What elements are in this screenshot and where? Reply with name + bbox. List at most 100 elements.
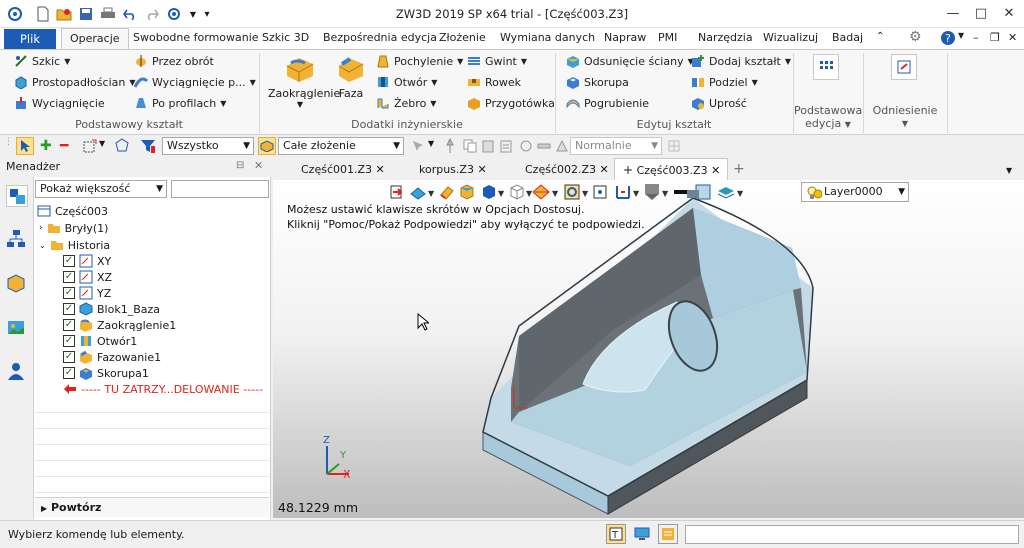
user-icon[interactable] [6, 361, 28, 383]
szkic-button[interactable]: Szkic ▼ [14, 54, 70, 68]
checkbox-icon[interactable]: ✓ [63, 287, 75, 299]
pochylenie-dropdown-icon[interactable]: ▼ [457, 57, 463, 66]
help-icon[interactable]: ? [940, 30, 956, 49]
checkbox-icon[interactable]: ✓ [63, 367, 75, 379]
tab-bezposrednia-edycja[interactable]: Bezpośrednia edycja [323, 31, 437, 44]
tree-history[interactable]: ⌄ Historia [39, 237, 110, 253]
display-mode-icon[interactable] [555, 139, 569, 153]
monitor-icon[interactable] [632, 524, 652, 544]
panel-float-icon[interactable]: ⊟ [236, 160, 244, 171]
maximize-button[interactable]: □ [966, 4, 996, 24]
3d-viewport[interactable]: ▼ ▼ ▼ ▼ ▼ ▼ ▼ ▼ Layer0000 ▼ Możesz ustawi… [273, 180, 1024, 518]
tree-item-yz[interactable]: ✓ YZ [63, 285, 111, 301]
tab-swobodne-formowanie[interactable]: Swobodne formowanie [133, 31, 259, 44]
pick-dropdown-icon[interactable]: ▼ [428, 139, 434, 148]
pogrubienie-button[interactable]: Pogrubienie [566, 96, 649, 110]
assembly-tree-icon[interactable] [6, 229, 28, 251]
tree-item-zaokraglenie1[interactable]: ✓ Zaokrąglenie1 [63, 317, 176, 333]
powtorz-section[interactable]: ▶ Powtórz [35, 497, 269, 517]
remove-selection-icon[interactable]: ━ [60, 138, 68, 154]
doc-tab-active[interactable]: + Część003.Z3 ✕ [614, 158, 728, 180]
wyciagniecie-po-sciezce-dropdown-icon[interactable]: ▼ [250, 78, 256, 87]
close-icon[interactable]: ✕ [376, 163, 385, 176]
stop-marker[interactable]: ----- TU ZATRZY...DELOWANIE ----- [63, 381, 263, 397]
options-grid-icon[interactable] [667, 139, 681, 153]
zaokraglenie-dropdown-icon[interactable]: ▼ [268, 100, 332, 109]
new-doc-tab-button[interactable]: + [733, 158, 745, 178]
po-profilach-button[interactable]: Po profilach ▼ [134, 96, 226, 110]
clipboard-icon[interactable] [499, 139, 513, 153]
tab-zlozenie[interactable]: Złożenie [439, 31, 486, 44]
otwor-dropdown-icon[interactable]: ▼ [431, 78, 437, 87]
szkic-dropdown-icon[interactable]: ▼ [64, 57, 70, 66]
minimize-button[interactable]: — [938, 4, 968, 24]
doc-tab[interactable]: Część002.Z3 ✕ [525, 160, 609, 180]
filter-icon[interactable] [140, 138, 156, 154]
tree-item-otwor1[interactable]: ✓ Otwór1 [63, 333, 137, 349]
close-icon[interactable]: ✕ [477, 163, 486, 176]
image-library-icon[interactable] [6, 317, 28, 339]
expand-arrow-icon[interactable]: › [39, 223, 43, 233]
part-model[interactable] [273, 180, 1024, 518]
dodaj-ksztalt-dropdown-icon[interactable]: ▼ [785, 57, 791, 66]
box-select-dropdown-icon[interactable]: ▼ [99, 139, 105, 148]
notes-icon[interactable] [658, 524, 678, 544]
tree-item-xz[interactable]: ✓ XZ [63, 269, 112, 285]
przez-obrot-button[interactable]: Przez obrót [134, 54, 214, 68]
faza-button[interactable]: Faza [335, 54, 367, 116]
tree-root[interactable]: Część003 [37, 203, 108, 219]
tree-item-skorupa1[interactable]: ✓ Skorupa1 [63, 365, 149, 381]
measure-icon[interactable] [537, 139, 551, 153]
assembly-scope-icon[interactable] [258, 137, 276, 155]
normal-mode-select[interactable]: Normalnie ▼ [570, 137, 662, 155]
doc-restore-button[interactable]: ❐ [990, 31, 1000, 44]
dodaj-ksztalt-button[interactable]: Dodaj kształt ▼ [691, 54, 791, 68]
reference-dropdown-icon[interactable]: ▼ [864, 117, 946, 130]
pochylenie-button[interactable]: Pochylenie ▼ [376, 54, 463, 68]
checkbox-icon[interactable]: ✓ [63, 271, 75, 283]
podziel-dropdown-icon[interactable]: ▼ [752, 78, 758, 87]
wyciagniecie-po-sciezce-button[interactable]: Wyciągnięcie p... ▼ [133, 75, 256, 89]
attribute-icon[interactable] [519, 139, 533, 153]
doc-tab[interactable]: korpus.Z3 ✕ [419, 160, 487, 180]
checkbox-icon[interactable]: ✓ [63, 255, 75, 267]
tab-operacje[interactable]: Operacje [61, 28, 129, 49]
paste-icon[interactable] [481, 139, 495, 153]
tree-item-xy[interactable]: ✓ XY [63, 253, 111, 269]
basic-edit-dropdown-icon[interactable]: ▼ [845, 120, 851, 129]
podstawowa-edycja-button[interactable] [813, 54, 839, 80]
pick-icon[interactable] [410, 138, 426, 154]
checkbox-icon[interactable]: ✓ [63, 303, 75, 315]
tab-narzedzia[interactable]: Narzędzia [698, 31, 753, 44]
panel-close-icon[interactable]: ✕ [254, 159, 263, 172]
tab-szkic-3d[interactable]: Szkic 3D [262, 31, 309, 44]
select-pointer-icon[interactable] [16, 137, 34, 155]
tab-wizualizuj[interactable]: Wizualizuj [763, 31, 818, 44]
box-select-icon[interactable] [82, 138, 98, 154]
tab-wymiana-danych[interactable]: Wymiana danych [500, 31, 595, 44]
doc-close-button[interactable]: ✕ [1008, 31, 1017, 44]
uprosc-button[interactable]: Uprość [691, 96, 747, 110]
prostopadloscian-button[interactable]: Prostopadłościan ▼ [14, 75, 136, 90]
zaokraglenie-button[interactable]: Zaokrąglenie ▼ [268, 54, 340, 116]
manager-search-input[interactable] [171, 180, 269, 198]
close-button[interactable]: ✕ [994, 4, 1024, 24]
wyciagniecie-button[interactable]: Wyciągnięcie [14, 96, 105, 110]
rowek-button[interactable]: Rowek [467, 75, 521, 89]
checkbox-icon[interactable]: ✓ [63, 351, 75, 363]
otwor-button[interactable]: Otwór ▼ [376, 75, 437, 89]
tab-badaj[interactable]: Badaj [832, 31, 863, 44]
settings-gear-icon[interactable]: ⚙ [909, 29, 922, 45]
przygotowka-button[interactable]: Przygotówka [467, 96, 555, 110]
collapse-arrow-icon[interactable]: ⌄ [39, 241, 46, 250]
odsuniecie-sciany-button[interactable]: Odsunięcie ściany ▼ [566, 54, 694, 68]
gwint-button[interactable]: Gwint ▼ [467, 54, 527, 68]
skorupa-button[interactable]: Skorupa [566, 75, 629, 89]
tree-solids[interactable]: › Bryły(1) [39, 220, 108, 236]
odniesienie-button[interactable] [891, 54, 917, 80]
tab-napraw[interactable]: Napraw [604, 31, 646, 44]
pin-icon[interactable] [443, 137, 457, 154]
help-dropdown-icon[interactable]: ▼ [958, 31, 964, 40]
doc-minimize-button[interactable]: – [973, 31, 979, 44]
po-profilach-dropdown-icon[interactable]: ▼ [220, 99, 226, 108]
